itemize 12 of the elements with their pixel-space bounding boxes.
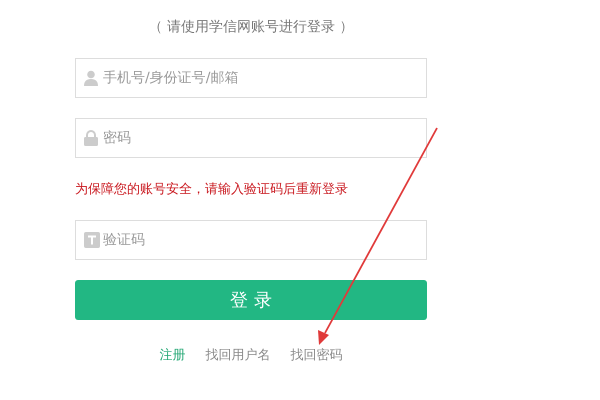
password-field[interactable]: 密码 [75,118,427,158]
captcha-field[interactable]: 验证码 [75,220,427,260]
lock-icon [84,130,98,146]
login-button[interactable]: 登 录 [75,280,427,320]
footer-link[interactable]: 注册 [160,346,186,366]
security-notice: 为保障您的账号安全，请输入验证码后重新登录 [75,181,349,199]
captcha-icon [84,232,100,248]
user-icon [84,70,98,86]
footer-link[interactable]: 找回密码 [290,346,342,366]
subtitle: （ 请使用学信网账号进行登录 ） [148,18,354,37]
footer-link[interactable]: 找回用户名 [206,346,270,366]
account-field[interactable]: 手机号/身份证号/邮箱 [75,58,427,98]
